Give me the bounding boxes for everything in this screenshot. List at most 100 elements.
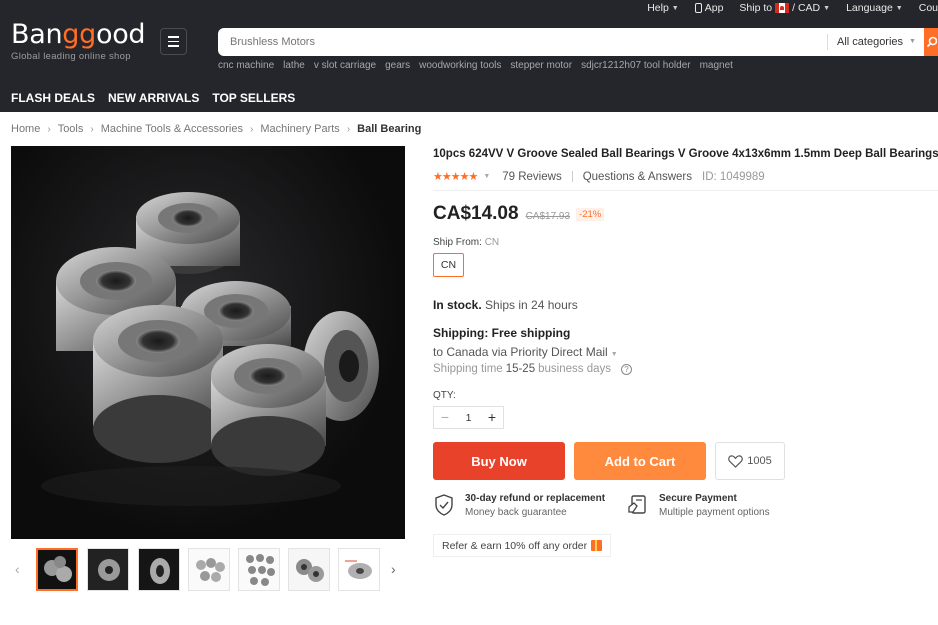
bearing-front-right <box>211 344 326 476</box>
help-menu[interactable]: Help ▼ <box>647 2 679 14</box>
hamburger-menu-button[interactable] <box>160 28 187 55</box>
breadcrumb-current: Ball Bearing <box>357 123 422 135</box>
nav-top-sellers[interactable]: TOP SELLERS <box>212 91 295 105</box>
search-icon <box>927 36 937 48</box>
logo-tagline: Global leading online shop <box>11 51 131 62</box>
thumbnail-strip: ‹ › <box>11 548 405 592</box>
shipping-time: Shipping time 15-25 business days ? <box>433 363 632 375</box>
chevron-down-icon: ▼ <box>895 4 903 12</box>
reviews-link[interactable]: 79 Reviews <box>502 171 561 183</box>
chevron-left-icon[interactable]: ‹ <box>15 561 20 577</box>
divider <box>433 190 938 191</box>
chevron-down-icon[interactable]: ▼ <box>483 173 490 180</box>
shipping-method-select[interactable]: to Canada via Priority Direct Mail ▼ <box>433 345 618 359</box>
thumbnail[interactable] <box>188 548 230 591</box>
divider <box>571 171 573 182</box>
chevron-right-icon: › <box>47 123 51 135</box>
refer-earn-link[interactable]: Refer & earn 10% off any order <box>433 534 612 557</box>
shield-check-icon <box>435 494 453 516</box>
chevron-down-icon: ▼ <box>823 4 831 12</box>
hot-keyword[interactable]: cnc machine <box>218 60 274 71</box>
wishlist-button[interactable]: 1005 <box>715 442 785 480</box>
gift-icon <box>591 540 603 551</box>
secure-payment: Secure Payment Multiple payment options <box>627 493 770 518</box>
phone-icon <box>694 3 702 13</box>
bearings-photo <box>41 192 379 506</box>
hot-keyword[interactable]: woodworking tools <box>419 60 501 71</box>
logo-wordmark: Banggood <box>11 19 146 50</box>
qty-input[interactable] <box>456 411 481 424</box>
add-to-cart-button[interactable]: Add to Cart <box>574 442 706 480</box>
thumbnail[interactable] <box>238 548 280 591</box>
qty-label: QTY: <box>433 390 456 401</box>
breadcrumb: Home › Tools › Machine Tools & Accessori… <box>11 123 421 135</box>
thumbnail-image <box>239 549 279 590</box>
thumbnail[interactable] <box>87 548 129 591</box>
qa-link[interactable]: Questions & Answers <box>583 171 692 183</box>
search-bar: All categories▼ <box>218 28 938 56</box>
thumbnail[interactable] <box>288 548 330 591</box>
secure-payment-icon <box>628 495 646 514</box>
nav-flash-deals[interactable]: FLASH DEALS <box>11 91 95 105</box>
chevron-right-icon: › <box>249 123 254 135</box>
thumbnail-image <box>38 550 76 589</box>
hot-keyword[interactable]: stepper motor <box>510 60 572 71</box>
hot-keyword[interactable]: sdjcr1212h07 tool holder <box>581 60 691 71</box>
chevron-right-icon: › <box>346 123 351 135</box>
thumbnail-image <box>88 549 128 590</box>
bearing-front <box>93 305 223 463</box>
buy-now-button[interactable]: Buy Now <box>433 442 565 480</box>
breadcrumb-machine-tools[interactable]: Machine Tools & Accessories <box>101 123 243 135</box>
current-price: CA$14.08 <box>433 203 519 224</box>
thumbnail-image <box>339 549 379 590</box>
wishlist-count: 1005 <box>747 455 772 467</box>
country-menu[interactable]: Cou <box>919 2 938 14</box>
rating-row: ★★★★★ ▼ 79 Reviews Questions & Answers I… <box>433 170 765 184</box>
product-main-image[interactable] <box>11 146 405 539</box>
chevron-right-icon[interactable]: › <box>391 561 396 577</box>
ship-from-option-cn[interactable]: CN <box>433 253 464 277</box>
thumbnail-image <box>289 549 329 590</box>
rating-stars[interactable]: ★★★★★ <box>433 170 478 183</box>
shipping-info: Shipping: Free shipping <box>433 326 571 340</box>
banggood-logo[interactable]: Banggood Global leading online shop <box>11 19 146 63</box>
product-title: 10pcs 624VV V Groove Sealed Ball Bearing… <box>433 148 938 160</box>
original-price: CA$17.93 <box>525 211 571 222</box>
hot-keyword[interactable]: gears <box>385 60 410 71</box>
chevron-down-icon: ▼ <box>909 38 916 45</box>
chevron-right-icon: › <box>90 123 94 135</box>
language-menu[interactable]: Language ▼ <box>846 2 903 14</box>
hot-keyword[interactable]: lathe <box>283 60 305 71</box>
thumbnail[interactable] <box>138 548 180 591</box>
hot-keyword[interactable]: magnet <box>700 60 733 71</box>
breadcrumb-home[interactable]: Home <box>11 123 40 135</box>
question-icon[interactable]: ? <box>620 363 632 375</box>
qty-minus-button[interactable]: − <box>434 407 456 428</box>
main-nav: FLASH DEALS NEW ARRIVALS TOP SELLERS <box>11 91 295 105</box>
price-row: CA$14.08 CA$17.93 -21% <box>433 203 605 225</box>
thumbnail[interactable] <box>36 548 78 591</box>
qty-plus-button[interactable]: + <box>481 407 503 428</box>
hot-keyword[interactable]: v slot carriage <box>314 60 376 71</box>
refund-guarantee: 30-day refund or replacement Money back … <box>433 493 605 518</box>
nav-new-arrivals[interactable]: NEW ARRIVALS <box>108 91 199 105</box>
stock-status: In stock. Ships in 24 hours <box>433 298 578 312</box>
top-utility-bar: Help ▼ App Ship to / CAD ▼ Language ▼ Cou <box>647 0 938 16</box>
quantity-stepper: − + <box>433 406 504 429</box>
thumbnail-image <box>189 549 229 590</box>
canada-flag-icon <box>775 3 790 13</box>
hot-keywords: cnc machine lathe v slot carriage gears … <box>218 60 733 71</box>
heart-icon <box>728 454 744 468</box>
category-select[interactable]: All categories ▼ <box>837 28 916 56</box>
search-button[interactable] <box>924 28 938 56</box>
chevron-down-icon: ▼ <box>671 4 679 12</box>
discount-badge: -21% <box>576 208 605 221</box>
search-input[interactable] <box>230 28 790 56</box>
ship-to-menu[interactable]: Ship to / CAD ▼ <box>739 2 830 14</box>
ship-from-label: Ship From: CN <box>433 237 500 248</box>
breadcrumb-tools[interactable]: Tools <box>58 123 84 135</box>
breadcrumb-machinery-parts[interactable]: Machinery Parts <box>260 123 339 135</box>
thumbnail[interactable] <box>338 548 380 591</box>
site-header: Help ▼ App Ship to / CAD ▼ Language ▼ Cou B… <box>0 0 938 112</box>
app-link[interactable]: App <box>694 2 723 14</box>
